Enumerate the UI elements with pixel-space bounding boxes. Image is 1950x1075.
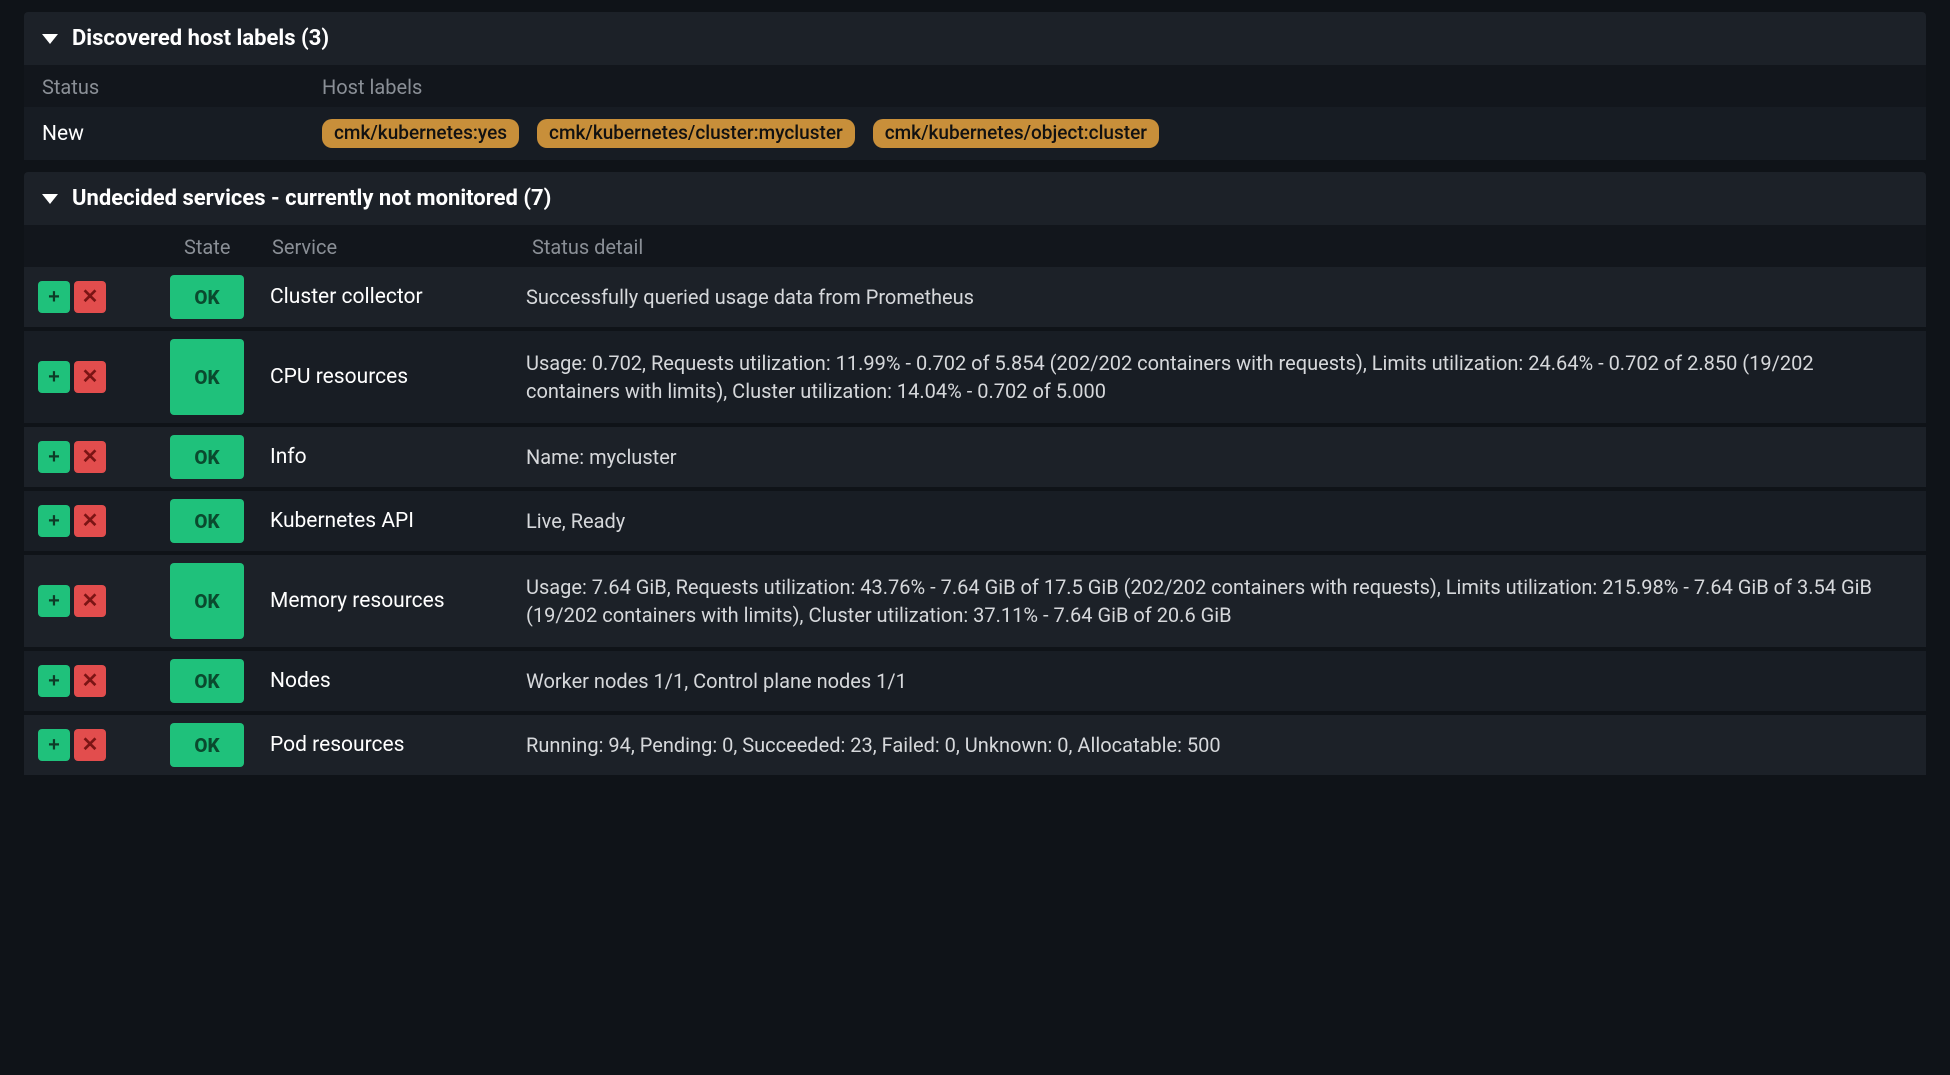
- state-ok-badge: OK: [170, 659, 244, 703]
- add-service-button[interactable]: +: [38, 361, 70, 393]
- service-actions: +✕: [38, 665, 170, 697]
- service-row: +✕OKPod resourcesRunning: 94, Pending: 0…: [24, 715, 1926, 775]
- x-icon: ✕: [82, 735, 99, 755]
- service-status-detail: Usage: 0.702, Requests utilization: 11.9…: [526, 349, 1912, 405]
- plus-icon: +: [48, 367, 60, 387]
- services-rows-container: +✕OKCluster collectorSuccessfully querie…: [24, 267, 1926, 775]
- remove-service-button[interactable]: ✕: [74, 585, 106, 617]
- chevron-down-icon: [42, 194, 58, 204]
- column-header-status: Status: [42, 75, 322, 99]
- plus-icon: +: [48, 591, 60, 611]
- service-status-detail: Name: mycluster: [526, 443, 1912, 471]
- remove-service-button[interactable]: ✕: [74, 441, 106, 473]
- services-section-title: Undecided services - currently not monit…: [72, 186, 551, 211]
- services-section-header[interactable]: Undecided services - currently not monit…: [24, 172, 1926, 225]
- host-label-badge[interactable]: cmk/kubernetes/object:cluster: [873, 119, 1159, 148]
- service-status-detail: Usage: 7.64 GiB, Requests utilization: 4…: [526, 573, 1912, 629]
- service-state-cell: OK: [170, 339, 270, 415]
- add-service-button[interactable]: +: [38, 665, 70, 697]
- service-name: Cluster collector: [270, 285, 526, 309]
- service-state-cell: OK: [170, 723, 270, 767]
- plus-icon: +: [48, 287, 60, 307]
- service-name: Kubernetes API: [270, 509, 526, 533]
- remove-service-button[interactable]: ✕: [74, 665, 106, 697]
- host-label-badge[interactable]: cmk/kubernetes:yes: [322, 119, 519, 148]
- service-status-detail: Live, Ready: [526, 507, 1912, 535]
- column-header-host-labels: Host labels: [322, 75, 422, 99]
- service-status-detail: Running: 94, Pending: 0, Succeeded: 23, …: [526, 731, 1912, 759]
- service-name: Memory resources: [270, 589, 526, 613]
- plus-icon: +: [48, 671, 60, 691]
- label-badges-container: cmk/kubernetes:yes cmk/kubernetes/cluster…: [322, 119, 1159, 148]
- service-actions: +✕: [38, 281, 170, 313]
- column-header-service: Service: [272, 235, 532, 259]
- service-actions: +✕: [38, 505, 170, 537]
- x-icon: ✕: [82, 287, 99, 307]
- remove-service-button[interactable]: ✕: [74, 729, 106, 761]
- state-ok-badge: OK: [170, 563, 244, 639]
- services-column-headers: State Service Status detail: [24, 225, 1926, 267]
- service-row: +✕OKNodesWorker nodes 1/1, Control plane…: [24, 651, 1926, 711]
- remove-service-button[interactable]: ✕: [74, 281, 106, 313]
- remove-service-button[interactable]: ✕: [74, 505, 106, 537]
- labels-section-header[interactable]: Discovered host labels (3): [24, 12, 1926, 65]
- service-row: +✕OKCPU resourcesUsage: 0.702, Requests …: [24, 331, 1926, 423]
- add-service-button[interactable]: +: [38, 281, 70, 313]
- service-row: +✕OKMemory resourcesUsage: 7.64 GiB, Req…: [24, 555, 1926, 647]
- service-row: +✕OKKubernetes APILive, Ready: [24, 491, 1926, 551]
- labels-column-headers: Status Host labels: [24, 65, 1926, 107]
- state-ok-badge: OK: [170, 435, 244, 479]
- service-row: +✕OKInfoName: mycluster: [24, 427, 1926, 487]
- x-icon: ✕: [82, 511, 99, 531]
- state-ok-badge: OK: [170, 723, 244, 767]
- service-state-cell: OK: [170, 659, 270, 703]
- add-service-button[interactable]: +: [38, 729, 70, 761]
- service-name: Info: [270, 445, 526, 469]
- add-service-button[interactable]: +: [38, 441, 70, 473]
- column-header-state: State: [184, 235, 272, 259]
- service-name: Nodes: [270, 669, 526, 693]
- labels-section-title: Discovered host labels (3): [72, 26, 329, 51]
- service-status-detail: Successfully queried usage data from Pro…: [526, 283, 1912, 311]
- service-actions: +✕: [38, 361, 170, 393]
- discovered-host-labels-section: Discovered host labels (3) Status Host l…: [24, 12, 1926, 160]
- service-state-cell: OK: [170, 435, 270, 479]
- state-ok-badge: OK: [170, 339, 244, 415]
- add-service-button[interactable]: +: [38, 505, 70, 537]
- service-state-cell: OK: [170, 499, 270, 543]
- labels-row: New cmk/kubernetes:yes cmk/kubernetes/clu…: [24, 107, 1926, 160]
- x-icon: ✕: [82, 447, 99, 467]
- service-name: Pod resources: [270, 733, 526, 757]
- x-icon: ✕: [82, 367, 99, 387]
- state-ok-badge: OK: [170, 499, 244, 543]
- service-state-cell: OK: [170, 563, 270, 639]
- undecided-services-section: Undecided services - currently not monit…: [24, 172, 1926, 775]
- service-row: +✕OKCluster collectorSuccessfully querie…: [24, 267, 1926, 327]
- column-header-status-detail: Status detail: [532, 235, 643, 259]
- add-service-button[interactable]: +: [38, 585, 70, 617]
- service-actions: +✕: [38, 729, 170, 761]
- x-icon: ✕: [82, 591, 99, 611]
- plus-icon: +: [48, 447, 60, 467]
- remove-service-button[interactable]: ✕: [74, 361, 106, 393]
- x-icon: ✕: [82, 671, 99, 691]
- state-ok-badge: OK: [170, 275, 244, 319]
- plus-icon: +: [48, 735, 60, 755]
- label-status-value: New: [42, 122, 322, 146]
- service-actions: +✕: [38, 585, 170, 617]
- service-status-detail: Worker nodes 1/1, Control plane nodes 1/…: [526, 667, 1912, 695]
- service-state-cell: OK: [170, 275, 270, 319]
- host-label-badge[interactable]: cmk/kubernetes/cluster:mycluster: [537, 119, 855, 148]
- chevron-down-icon: [42, 34, 58, 44]
- service-name: CPU resources: [270, 365, 526, 389]
- plus-icon: +: [48, 511, 60, 531]
- service-actions: +✕: [38, 441, 170, 473]
